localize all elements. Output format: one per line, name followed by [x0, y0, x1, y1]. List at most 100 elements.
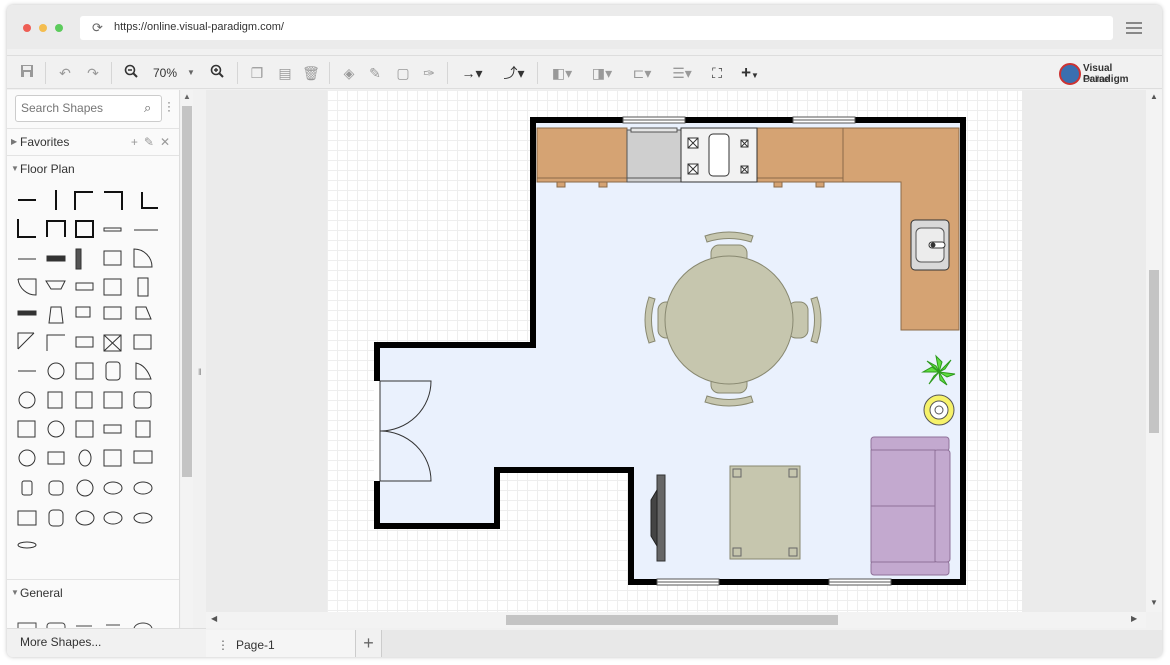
refrigerator-shape[interactable]: [137, 277, 149, 297]
paste-icon[interactable]: ▤: [275, 63, 295, 83]
dryer-shape[interactable]: [103, 424, 122, 434]
bench-shape[interactable]: [17, 541, 37, 549]
distribute-icon[interactable]: ☰▾: [667, 63, 697, 83]
section-favorites[interactable]: ▶ Favorites +✎✕: [7, 128, 179, 154]
reload-icon[interactable]: ⟳: [92, 20, 103, 36]
page-tab[interactable]: ⋮ Page-1: [206, 630, 356, 657]
zoom-level[interactable]: 70%: [147, 63, 183, 83]
kitchen-sink[interactable]: [910, 219, 950, 271]
shadow-icon[interactable]: ▢: [393, 63, 413, 83]
maximize-window-dot[interactable]: [55, 24, 63, 32]
to-front-icon[interactable]: ◧▾: [547, 63, 577, 83]
window-bottom-left[interactable]: [656, 578, 720, 586]
stairs-shape[interactable]: [46, 255, 66, 262]
dining-set-shape[interactable]: [48, 509, 64, 527]
shower-shape[interactable]: [133, 391, 152, 409]
basin-shape[interactable]: [75, 420, 94, 438]
floor-lamp[interactable]: [923, 394, 955, 426]
counter-l-shape[interactable]: [46, 334, 65, 351]
redo-icon[interactable]: ↷: [83, 63, 103, 83]
round-table-shape[interactable]: [47, 362, 65, 380]
toilet-shape[interactable]: [78, 449, 92, 467]
scroll-up-arrow-icon[interactable]: ▲: [1150, 92, 1158, 101]
floor-plan-drawing[interactable]: [327, 90, 1022, 612]
mail-shape[interactable]: [133, 334, 152, 350]
double-door-shape[interactable]: [45, 280, 66, 290]
door-2-shape[interactable]: [17, 278, 37, 296]
wall-corner-shape[interactable]: [74, 191, 93, 210]
stove-shape[interactable]: [75, 362, 94, 380]
round-table-chairs-shape[interactable]: [76, 479, 94, 497]
page-menu-icon[interactable]: ⋮: [217, 630, 229, 657]
closet-shape[interactable]: [135, 420, 151, 438]
fill-color-icon[interactable]: ◈: [339, 63, 359, 83]
sidebar-scrollbar[interactable]: ▲: [181, 90, 193, 628]
box-shape[interactable]: [103, 334, 122, 352]
scroll-right-arrow-icon[interactable]: ▶: [1131, 614, 1137, 623]
oval-table-shape[interactable]: [103, 481, 123, 495]
cooktop-shape[interactable]: [75, 391, 93, 409]
add-page-button[interactable]: +: [356, 630, 382, 657]
diagram-page[interactable]: [327, 90, 1022, 612]
tv-shape[interactable]: [75, 306, 91, 318]
align-icon[interactable]: ⊏▾: [627, 63, 657, 83]
undo-icon[interactable]: ↶: [55, 63, 75, 83]
window-bottom-right[interactable]: [828, 578, 892, 586]
wheel-shape[interactable]: [18, 449, 36, 467]
close-window-dot[interactable]: [23, 24, 31, 32]
to-back-icon[interactable]: ◨▾: [587, 63, 617, 83]
search-shapes-box[interactable]: ⌕: [15, 95, 162, 122]
search-icon[interactable]: ⌕: [144, 100, 151, 116]
table-chairs-shape[interactable]: [48, 480, 64, 496]
stove[interactable]: [680, 127, 758, 183]
insert-icon[interactable]: +▼: [735, 63, 765, 83]
more-shapes-button[interactable]: More Shapes...: [7, 628, 206, 657]
scroll-left-arrow-icon[interactable]: ◀: [211, 614, 217, 623]
diagram-canvas[interactable]: [206, 90, 1146, 612]
zoom-dropdown-chevron-icon[interactable]: ▼: [185, 63, 197, 83]
trash-shape[interactable]: [48, 306, 64, 324]
copy-icon[interactable]: ❐: [247, 63, 267, 83]
window-top-right[interactable]: [792, 116, 856, 124]
browser-menu-icon[interactable]: [1126, 22, 1142, 34]
sidebar-options-icon[interactable]: · · ·: [167, 96, 171, 116]
mirror-shape[interactable]: [47, 451, 65, 465]
desk-shape[interactable]: [103, 306, 122, 320]
wall-l-shape[interactable]: [17, 219, 36, 238]
dining-set-4-shape[interactable]: [133, 512, 153, 524]
sidebar-resize-handle[interactable]: ‖: [198, 367, 202, 377]
search-shapes-input[interactable]: [21, 101, 136, 115]
minimize-window-dot[interactable]: [39, 24, 47, 32]
opening-shape[interactable]: [75, 282, 94, 291]
desk-chair-shape[interactable]: [17, 510, 37, 526]
dishwasher[interactable]: [626, 127, 682, 183]
cabinet-shape[interactable]: [103, 278, 122, 296]
scroll-down-arrow-icon[interactable]: ▼: [1150, 598, 1158, 607]
door-shape[interactable]: [133, 248, 153, 268]
dining-set-2-shape[interactable]: [75, 510, 95, 526]
corner-counter-shape[interactable]: [17, 332, 35, 350]
dining-set-3-shape[interactable]: [103, 511, 123, 525]
canvas-vertical-scroll-thumb[interactable]: [1149, 270, 1159, 433]
address-bar[interactable]: ⟳ https://online.visual-paradigm.com/: [80, 16, 1113, 40]
zoom-out-icon[interactable]: [121, 63, 141, 83]
window-top-left[interactable]: [622, 116, 686, 124]
bathtub-shape[interactable]: [105, 361, 121, 381]
canvas-horizontal-scrollbar[interactable]: ◀ ▶: [206, 612, 1146, 628]
connector-style-icon[interactable]: →▾: [457, 63, 487, 83]
zoom-in-icon[interactable]: [207, 63, 227, 83]
range-shape[interactable]: [17, 310, 37, 316]
plant-shape[interactable]: [18, 391, 36, 409]
printer-shape[interactable]: [135, 306, 152, 320]
stairs-vertical-shape[interactable]: [75, 248, 82, 270]
double-sink-shape[interactable]: [103, 391, 123, 409]
fit-page-icon[interactable]: ⛶: [707, 63, 727, 83]
piano-shape[interactable]: [135, 362, 152, 380]
sidebar-scroll-thumb[interactable]: [182, 106, 192, 477]
bookshelf-shape[interactable]: [103, 250, 122, 266]
wall-corner-3-shape[interactable]: [141, 192, 158, 209]
round-dining-table[interactable]: [664, 255, 794, 385]
room-shape[interactable]: [75, 220, 94, 238]
wall-u-shape[interactable]: [46, 220, 66, 237]
scroll-up-arrow-icon[interactable]: ▲: [183, 92, 191, 101]
